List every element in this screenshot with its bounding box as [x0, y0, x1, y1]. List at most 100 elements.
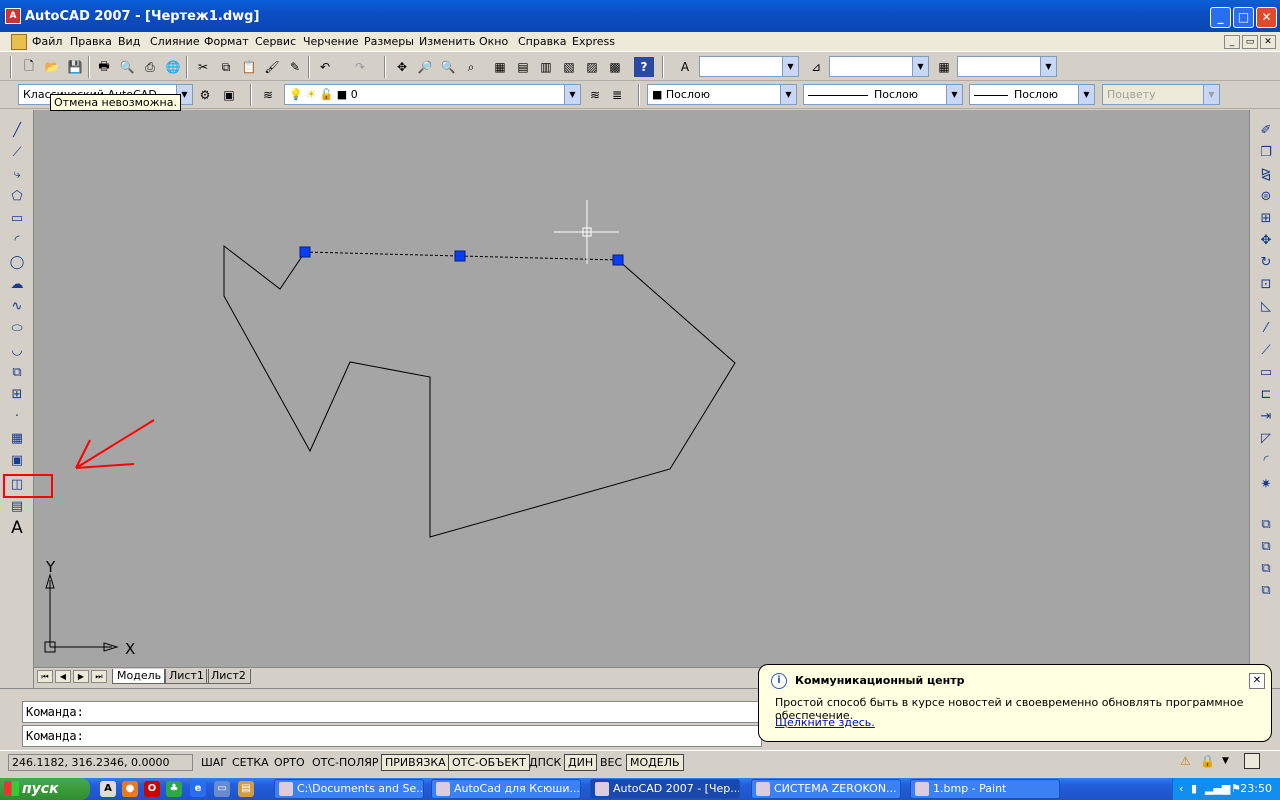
circle-icon[interactable]: ◯	[7, 252, 27, 272]
taskbar-item-word[interactable]: AutoCad для Ксюши...	[431, 779, 581, 799]
layer-select[interactable]: 💡 ☀ 🔓 ■ 0 ▼	[284, 84, 581, 105]
menu-view[interactable]: Вид	[118, 35, 140, 48]
ellipse-icon[interactable]: ⬭	[7, 318, 27, 338]
fillet-icon[interactable]: ◜	[1256, 450, 1276, 470]
move-icon[interactable]: ✥	[1256, 230, 1276, 250]
last-tab-button[interactable]: ⏭	[91, 670, 107, 683]
mirror-icon[interactable]: ⧎	[1256, 164, 1276, 184]
undo-icon[interactable]: ↶	[315, 57, 335, 77]
help-icon[interactable]: ?	[634, 57, 654, 77]
sheet-set-icon[interactable]: ▧	[559, 57, 579, 77]
menu-merge[interactable]: Слияние	[150, 35, 200, 48]
explorer-quicklaunch-icon[interactable]: ▤	[238, 781, 254, 797]
autocad-quicklaunch-icon[interactable]: A	[100, 781, 116, 797]
table-icon[interactable]: ▤	[7, 496, 27, 516]
copy-icon[interactable]: ⧉	[216, 57, 236, 77]
publish-icon[interactable]: ⎙	[140, 57, 160, 77]
model-toggle[interactable]: МОДЕЛЬ	[626, 754, 684, 771]
show-desktop-icon[interactable]: ▭	[214, 781, 230, 797]
stretch-icon[interactable]: ◺	[1256, 296, 1276, 316]
pan-icon[interactable]: ✥	[392, 57, 412, 77]
rectangle-icon[interactable]: ▭	[7, 208, 27, 228]
save-icon[interactable]: 💾	[65, 57, 85, 77]
opera-quicklaunch-icon[interactable]: O	[144, 781, 160, 797]
communication-center-icon[interactable]: ⚠	[1180, 754, 1196, 770]
multiline-text-icon[interactable]: A	[7, 518, 27, 538]
grip-mid[interactable]	[454, 250, 466, 262]
revision-cloud-icon[interactable]: ☁	[7, 274, 27, 294]
extend-icon[interactable]: ⟋	[1256, 340, 1276, 360]
first-tab-button[interactable]: ⏮	[37, 670, 53, 683]
drawing-canvas[interactable]: Y X	[34, 110, 1249, 667]
start-button[interactable]: пуск	[0, 778, 90, 800]
zoom-realtime-icon[interactable]: 🔎	[415, 57, 435, 77]
maximize-button[interactable]: □	[1233, 7, 1254, 28]
coordinates-display[interactable]: 246.1182, 316.2346, 0.0000	[8, 754, 193, 771]
minimize-button[interactable]: _	[1210, 7, 1231, 28]
point-icon[interactable]: ·	[7, 406, 27, 426]
doc-close-button[interactable]: ✕	[1260, 35, 1276, 49]
lineweight-toggle[interactable]: ВЕС	[596, 754, 626, 771]
ortho-toggle[interactable]: ОРТО	[270, 754, 309, 771]
layer-previous-icon[interactable]: ≣	[607, 85, 627, 105]
copy-object-icon[interactable]: ❐	[1256, 142, 1276, 162]
snap-toggle[interactable]: ШАГ	[197, 754, 231, 771]
insert-block-icon[interactable]: ⧉	[7, 362, 27, 382]
utility-quicklaunch-icon[interactable]: ♣	[166, 781, 182, 797]
text-style-select[interactable]: ▼	[699, 56, 799, 77]
polyline-shape[interactable]	[223, 244, 736, 538]
menu-draw[interactable]: Черчение	[303, 35, 359, 48]
spline-icon[interactable]: ∿	[7, 296, 27, 316]
signal-icon[interactable]: ▂▄▆	[1205, 782, 1230, 795]
erase-icon[interactable]: ✐	[1256, 120, 1276, 140]
menu-express[interactable]: Express	[572, 35, 615, 48]
plot-preview-icon[interactable]: 🔍	[117, 57, 137, 77]
polygon-icon[interactable]: ⬠	[7, 186, 27, 206]
offset-icon[interactable]: ⊜	[1256, 186, 1276, 206]
table-style-icon[interactable]: ▦	[934, 57, 954, 77]
gradient-icon[interactable]: ▣	[7, 450, 27, 470]
match-properties-icon[interactable]: 🖌	[262, 57, 282, 77]
zoom-window-icon[interactable]: 🔍	[438, 57, 458, 77]
grip-start[interactable]	[299, 246, 311, 258]
document-icon[interactable]	[11, 34, 27, 50]
dim-style-select[interactable]: ▼	[829, 56, 929, 77]
layer-manager-icon[interactable]: ≋	[258, 85, 278, 105]
break-icon[interactable]: ⊏	[1256, 384, 1276, 404]
scale-icon[interactable]: ⊡	[1256, 274, 1276, 294]
color-select[interactable]: ■ Послою ▼	[647, 84, 797, 105]
firefox-quicklaunch-icon[interactable]: ●	[122, 781, 138, 797]
status-menu-icon[interactable]: ▼	[1222, 756, 1234, 768]
line-icon[interactable]: ╱	[7, 120, 27, 140]
array-icon[interactable]: ⊞	[1256, 208, 1276, 228]
hatch-icon[interactable]: ▦	[7, 428, 27, 448]
design-center-icon[interactable]: ▤	[513, 57, 533, 77]
menu-window[interactable]: Окно	[479, 35, 508, 48]
draw-order-back-icon[interactable]: ⧉	[1256, 536, 1276, 556]
make-block-icon[interactable]: ⊞	[7, 384, 27, 404]
doc-restore-button[interactable]: ▭	[1242, 35, 1258, 49]
taskbar-item-paint[interactable]: 1.bmp - Paint	[910, 779, 1060, 799]
linetype-select[interactable]: Послою ▼	[803, 84, 963, 105]
balloon-close-icon[interactable]: ✕	[1249, 673, 1265, 689]
calculator-icon[interactable]: ▩	[605, 57, 625, 77]
grid-toggle[interactable]: СЕТКА	[228, 754, 273, 771]
menu-tools[interactable]: Сервис	[255, 35, 296, 48]
menu-modify[interactable]: Изменить	[419, 35, 475, 48]
tab-sheet2[interactable]: Лист2	[206, 669, 251, 684]
make-layer-current-icon[interactable]: ≋	[585, 85, 605, 105]
draw-order-front-icon[interactable]: ⧉	[1256, 514, 1276, 534]
prev-tab-button[interactable]: ◀	[55, 670, 71, 683]
ellipse-arc-icon[interactable]: ◡	[7, 340, 27, 360]
dim-style-icon[interactable]: ⊿	[806, 57, 826, 77]
workspace-settings-icon[interactable]: ⚙	[195, 85, 215, 105]
taskbar-item-autocad[interactable]: AutoCAD 2007 - [Чер...	[590, 779, 740, 799]
markup-icon[interactable]: ▨	[582, 57, 602, 77]
chamfer-icon[interactable]: ◸	[1256, 428, 1276, 448]
autocad-app-icon[interactable]: A	[5, 8, 21, 24]
send-under-icon[interactable]: ⧉	[1256, 580, 1276, 600]
grip-end[interactable]	[612, 254, 624, 266]
command-input[interactable]: Команда:	[22, 725, 762, 747]
tab-sheet1[interactable]: Лист1	[164, 669, 209, 684]
bring-above-icon[interactable]: ⧉	[1256, 558, 1276, 578]
